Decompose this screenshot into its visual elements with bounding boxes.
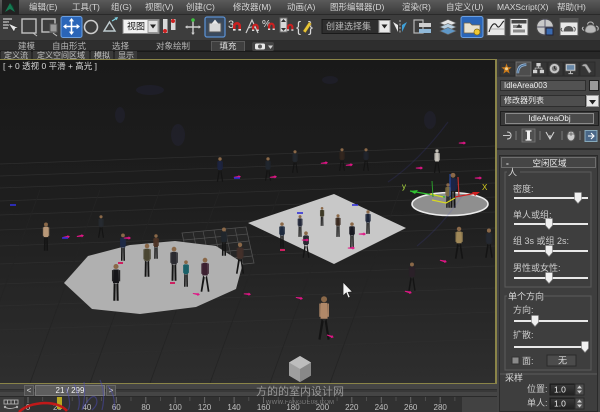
svg-text:60: 60 [112, 403, 121, 412]
svg-text:位置:: 位置: [527, 383, 548, 394]
svg-text:密度:: 密度: [513, 183, 534, 194]
svg-text:创建选择集: 创建选择集 [326, 21, 371, 32]
svg-text:220: 220 [345, 403, 359, 412]
svg-text:面:: 面: [522, 356, 534, 366]
svg-text:组 3s 或组 2s:: 组 3s 或组 2s: [513, 235, 569, 246]
svg-text:方向:: 方向: [513, 304, 534, 315]
svg-text:采样: 采样 [505, 372, 523, 383]
svg-text:140: 140 [227, 403, 241, 412]
svg-text:40: 40 [82, 403, 91, 412]
svg-text:0: 0 [26, 403, 31, 412]
svg-text:X: X [482, 183, 488, 192]
svg-text:1.0: 1.0 [554, 385, 566, 395]
svg-text:视图: 视图 [127, 21, 145, 32]
svg-text:280: 280 [434, 403, 448, 412]
svg-text:y: y [402, 182, 406, 191]
svg-text:无: 无 [558, 356, 567, 366]
svg-text:人: 人 [508, 168, 517, 178]
svg-text:扩散:: 扩散: [513, 329, 534, 340]
svg-text:240: 240 [375, 403, 389, 412]
svg-text:男性或女性:: 男性或女性: [513, 262, 561, 273]
svg-text:80: 80 [141, 403, 150, 412]
svg-text:180: 180 [286, 403, 300, 412]
svg-text:160: 160 [257, 403, 271, 412]
svg-text:[ + 0 透视 0 平滑 + 高光 ]: [ + 0 透视 0 平滑 + 高光 ] [3, 61, 97, 71]
svg-text:1.0: 1.0 [554, 399, 566, 409]
svg-text:260: 260 [404, 403, 418, 412]
svg-text:单人:: 单人: [527, 397, 548, 408]
svg-text:{: { [296, 19, 301, 36]
svg-text:100: 100 [169, 403, 183, 412]
svg-text:200: 200 [316, 403, 330, 412]
svg-text:单个方向: 单个方向 [508, 291, 544, 302]
svg-text:120: 120 [198, 403, 212, 412]
